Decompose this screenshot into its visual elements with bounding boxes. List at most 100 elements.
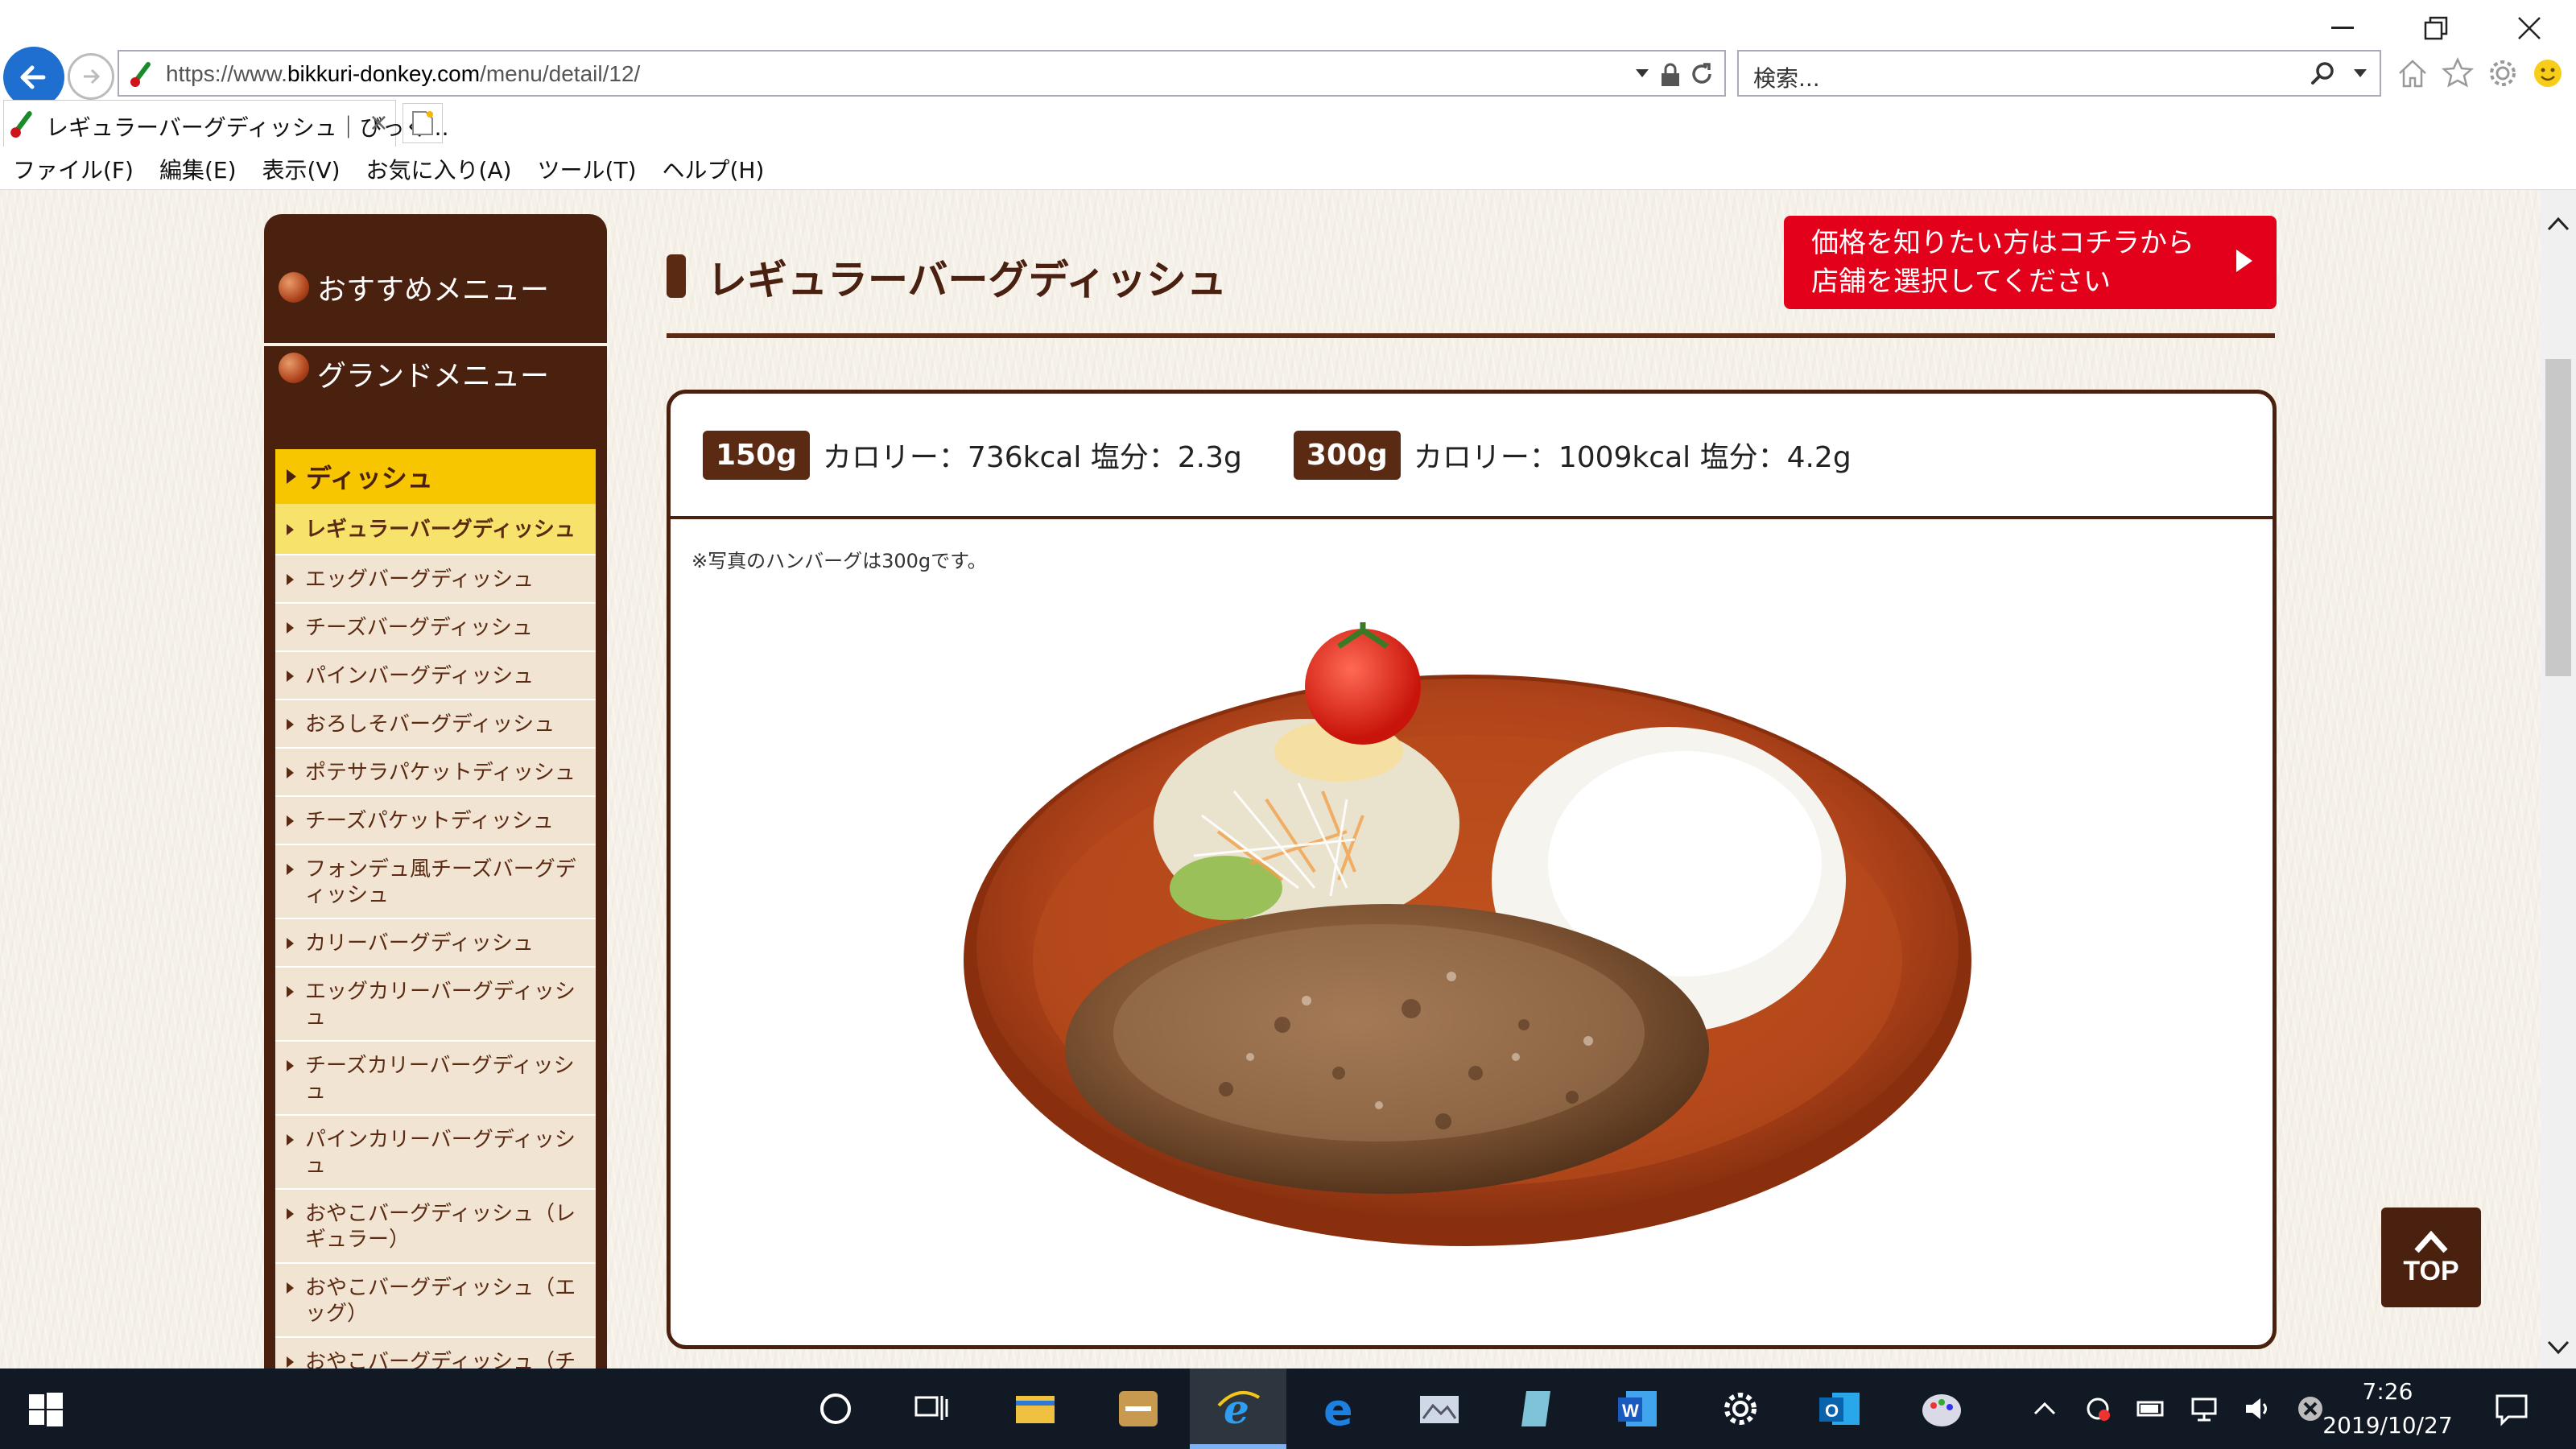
sidebar-item[interactable]: パインバーグディッシュ [275,652,596,700]
search-icon[interactable] [2309,60,2338,89]
sidebar-item[interactable]: チーズカリーバーグディッシュ [275,1042,596,1116]
minimize-icon [2331,27,2354,29]
sidebar-item[interactable]: カリーバーグディッシュ [275,919,596,968]
menu-favorites[interactable]: お気に入り(A) [353,147,525,189]
sidebar-menu: おすすめメニュー グランドメニュー ディッシュ レギュラーバーグディッシュ エッ… [264,214,607,1368]
battery-icon[interactable] [2135,1393,2167,1425]
browser-search-box[interactable]: 検索... [1737,50,2381,97]
gear-icon[interactable] [2486,56,2520,90]
task-view-icon[interactable] [908,1385,956,1433]
triangle-bullet-icon [287,1282,294,1294]
scroll-down-button[interactable] [2541,1330,2576,1365]
triangle-bullet-icon [287,671,294,682]
select-store-price-button[interactable]: 価格を知りたい方はコチラから 店舗を選択してください [1784,216,2277,309]
sidebar-section-recommended[interactable]: おすすめメニュー [264,232,607,346]
menu-file[interactable]: ファイル(F) [0,147,147,189]
sidebar-item-label: カリーバーグディッシュ [305,931,534,956]
url-text[interactable]: https://www.bikkuri-donkey.com/menu/deta… [166,61,640,87]
windows-start-icon[interactable] [29,1393,63,1426]
cortana-search-icon[interactable] [811,1385,860,1433]
triangle-bullet-icon [287,1134,294,1146]
sidebar-item[interactable]: おやこバーグディッシュ（レギュラー） [275,1190,596,1264]
triangle-bullet-icon [287,719,294,730]
network-icon[interactable] [2188,1393,2220,1425]
internet-explorer-icon[interactable]: e [1214,1385,1262,1433]
svg-text:e: e [1323,1385,1353,1433]
browser-chrome: https://www.bikkuri-donkey.com/menu/deta… [0,0,2576,190]
address-dropdown-icon[interactable] [1636,69,1649,77]
home-icon[interactable] [2396,56,2429,90]
menu-edit[interactable]: 編集(E) [147,147,250,189]
volume-icon[interactable] [2241,1393,2273,1425]
sidebar-item[interactable]: チーズパケットディッシュ [275,797,596,845]
close-window-button[interactable] [2483,0,2576,56]
back-button[interactable] [3,47,64,108]
restore-button[interactable] [2389,0,2483,56]
triangle-bullet-icon [287,622,294,634]
page-viewport: おすすめメニュー グランドメニュー ディッシュ レギュラーバーグディッシュ エッ… [0,190,2541,1368]
edge-browser-icon[interactable]: e [1315,1385,1364,1433]
sidebar-item-label: パインカリーバーグディッシュ [305,1128,576,1178]
clock-date[interactable]: 2019/10/27 [2317,1412,2458,1439]
smiley-feedback-icon[interactable] [2531,56,2565,90]
sidebar-item[interactable]: おろしそバーグディッシュ [275,700,596,749]
search-dropdown-icon[interactable] [2354,69,2367,77]
outlook-icon[interactable]: O [1816,1385,1864,1433]
chevron-up-icon[interactable] [2029,1393,2061,1425]
tab-active[interactable]: レギュラーバーグディッシュ｜びっく... × [3,100,448,147]
sidebar-item[interactable]: おやこバーグディッシュ（エッグ） [275,1264,596,1338]
forward-button[interactable] [68,53,114,100]
menu-help[interactable]: ヘルプ(H) [650,147,778,189]
tab-close-button[interactable]: × [369,109,389,137]
notification-center-icon[interactable] [2492,1389,2531,1428]
word-icon[interactable]: W [1615,1385,1663,1433]
triangle-bullet-icon [287,1208,294,1220]
lock-icon[interactable] [1660,63,1681,87]
file-explorer-icon[interactable] [1011,1385,1059,1433]
new-tab-button[interactable] [402,103,443,143]
app-game-icon[interactable] [1114,1385,1162,1433]
security-shield-icon[interactable] [2082,1393,2114,1425]
back-to-top-button[interactable]: TOP [2381,1208,2481,1307]
sidebar-item-label: チーズパケットディッシュ [305,809,554,833]
nutrition-info: 150g カロリー：736kcal 塩分：2.3g 300g カロリー：1009… [671,394,2273,519]
price-button-line2: 店舗を選択してください [1811,266,2111,298]
sidebar-item[interactable]: おやこバーグディッシュ（チーズ） [275,1338,596,1368]
sidebar-item[interactable]: チーズバーグディッシュ [275,604,596,652]
notebook-app-icon[interactable] [1513,1385,1562,1433]
paint-app-icon[interactable] [1918,1385,1966,1433]
sidebar-item[interactable]: パインカリーバーグディッシュ [275,1116,596,1190]
clock-time[interactable]: 7:26 [2339,1378,2436,1405]
favorites-star-icon[interactable] [2441,56,2475,90]
refresh-icon[interactable] [1689,61,1715,87]
sidebar-item[interactable]: エッグバーグディッシュ [275,555,596,604]
sidebar-item-label: チーズバーグディッシュ [305,616,533,640]
triangle-bullet-icon [287,767,294,778]
menu-view[interactable]: 表示(V) [250,147,353,189]
sidebar-item-label: フォンデュ風チーズバーグディッシュ [305,857,576,907]
scroll-up-button[interactable] [2541,206,2576,242]
size-badge: 300g [1293,430,1401,480]
sidebar-item-current[interactable]: レギュラーバーグディッシュ [275,504,596,555]
address-bar[interactable]: https://www.bikkuri-donkey.com/menu/deta… [118,50,1726,97]
close-icon [2518,17,2541,39]
sidebar-section-grand-menu[interactable]: グランドメニュー [264,346,607,449]
menu-tools[interactable]: ツール(T) [525,147,650,189]
minimize-button[interactable] [2296,0,2389,56]
vertical-scrollbar[interactable] [2541,190,2576,1368]
sidebar-item[interactable]: フォンデュ風チーズバーグディッシュ [275,845,596,919]
menu-detail-box: 150g カロリー：736kcal 塩分：2.3g 300g カロリー：1009… [667,390,2277,1349]
heading-accent-bar [667,254,686,298]
restore-icon [2424,16,2448,40]
settings-gear-icon[interactable] [1716,1385,1765,1433]
triangle-bullet-icon [287,864,294,875]
screenshot-tool-icon[interactable] [1415,1385,1463,1433]
nutrition-text: カロリー：1009kcal 塩分：4.2g [1413,441,1852,474]
triangle-bullet-icon [287,986,294,997]
scrollbar-thumb[interactable] [2545,359,2571,676]
sidebar-item[interactable]: エッグカリーバーグディッシュ [275,968,596,1042]
sidebar-category-dishes[interactable]: ディッシュ [275,449,596,504]
sidebar-item-label: おやこバーグディッシュ（エッグ） [305,1276,576,1326]
sidebar-item[interactable]: ポテサラパケットディッシュ [275,749,596,797]
menu-bar: ファイル(F) 編集(E) 表示(V) お気に入り(A) ツール(T) ヘルプ(… [0,147,2576,190]
